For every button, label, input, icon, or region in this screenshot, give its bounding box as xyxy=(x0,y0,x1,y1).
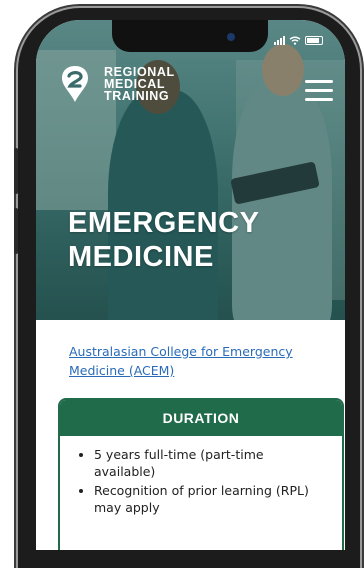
page-title: EMERGENCY MEDICINE xyxy=(68,206,259,274)
logo-text: REGIONAL MEDICAL TRAINING xyxy=(104,66,175,103)
phone-side-button xyxy=(14,148,18,194)
status-bar xyxy=(274,36,323,45)
phone-side-button xyxy=(14,208,18,254)
site-logo[interactable]: REGIONAL MEDICAL TRAINING xyxy=(60,64,175,104)
duration-heading: DURATION xyxy=(60,400,342,436)
page-title-line: EMERGENCY xyxy=(68,207,260,239)
list-item: 5 years full-time (part-time available) xyxy=(94,446,342,480)
page-title-line: MEDICINE xyxy=(68,241,214,273)
signal-icon xyxy=(274,36,285,45)
hero-banner: REGIONAL MEDICAL TRAINING EMERGENCY MEDI… xyxy=(36,20,345,320)
phone-notch xyxy=(112,20,268,52)
hamburger-menu-icon[interactable] xyxy=(305,80,333,102)
logo-mark-icon xyxy=(62,66,88,102)
duration-list: 5 years full-time (part-time available) … xyxy=(60,446,342,516)
phone-screen: REGIONAL MEDICAL TRAINING EMERGENCY MEDI… xyxy=(36,20,345,550)
college-link[interactable]: Australasian College for Emergency Medic… xyxy=(69,342,299,380)
battery-icon xyxy=(305,36,323,45)
wifi-icon xyxy=(289,36,301,45)
duration-card: DURATION 5 years full-time (part-time av… xyxy=(58,398,344,550)
logo-line: TRAINING xyxy=(104,89,170,103)
camera-icon xyxy=(227,33,235,41)
list-item: Recognition of prior learning (RPL) may … xyxy=(94,482,342,516)
